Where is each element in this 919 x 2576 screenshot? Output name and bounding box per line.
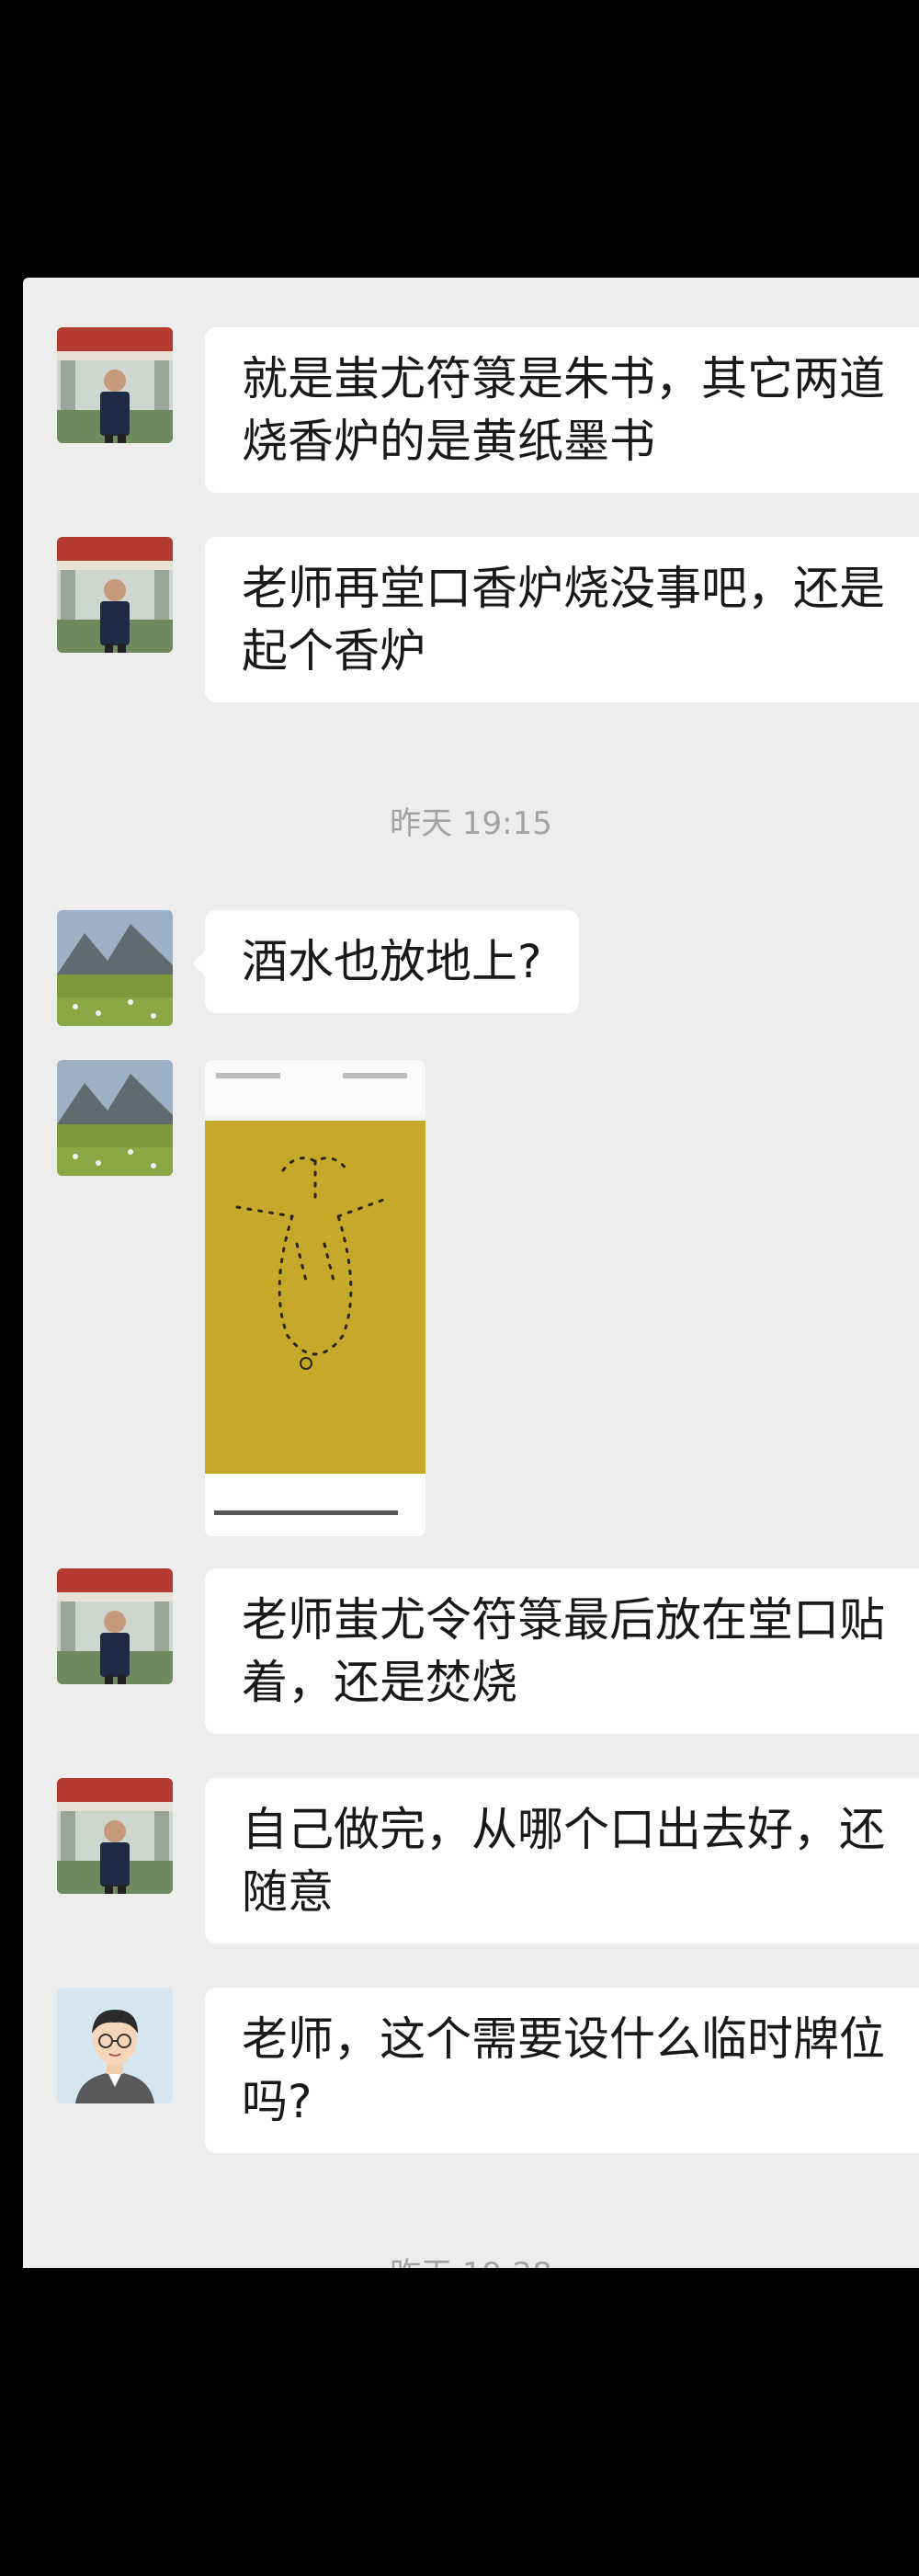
message-bubble[interactable]: 老师，这个需要设什么临时牌位 吗? [205,1988,919,2153]
message-bubble[interactable]: 酒水也放地上? [192,910,579,1013]
cartoon-man-avatar-icon [57,1988,173,2103]
sender-avatar[interactable] [57,327,173,443]
message-bubble[interactable]: 就是蚩尤符箓是朱书，其它两道 烧香炉的是黄纸墨书 [205,327,919,493]
sender-avatar[interactable] [57,1568,173,1684]
sender-avatar[interactable] [57,1060,173,1176]
landscape-avatar-icon [57,1060,173,1176]
landscape-avatar-icon [57,910,173,1026]
chat-message-list[interactable]: 就是蚩尤符箓是朱书，其它两道 烧香炉的是黄纸墨书 老师再堂口香炉烧没事吧，还是 … [23,278,919,2268]
man-at-gate-avatar-icon [57,1778,173,1894]
man-at-gate-avatar-icon [57,1568,173,1684]
timestamp: 昨天 19:28 [23,2249,919,2268]
message-bubble[interactable]: 老师蚩尤令符箓最后放在堂口贴 着，还是焚烧 [205,1568,919,1734]
sender-avatar[interactable] [57,1988,173,2103]
sender-avatar[interactable] [57,537,173,653]
talisman-photo-icon [205,1060,425,1536]
screen: 就是蚩尤符箓是朱书，其它两道 烧香炉的是黄纸墨书 老师再堂口香炉烧没事吧，还是 … [0,0,919,2576]
message-bubble[interactable]: 自己做完，从哪个口出去好，还 随意 [205,1778,919,1943]
message-bubble[interactable]: 老师再堂口香炉烧没事吧，还是 起个香炉 [205,537,919,702]
man-at-gate-avatar-icon [57,327,173,443]
sender-avatar[interactable] [57,1778,173,1894]
man-at-gate-avatar-icon [57,537,173,653]
image-message[interactable] [205,1060,425,1536]
timestamp: 昨天 19:15 [390,805,552,842]
sender-avatar[interactable] [57,910,173,1026]
